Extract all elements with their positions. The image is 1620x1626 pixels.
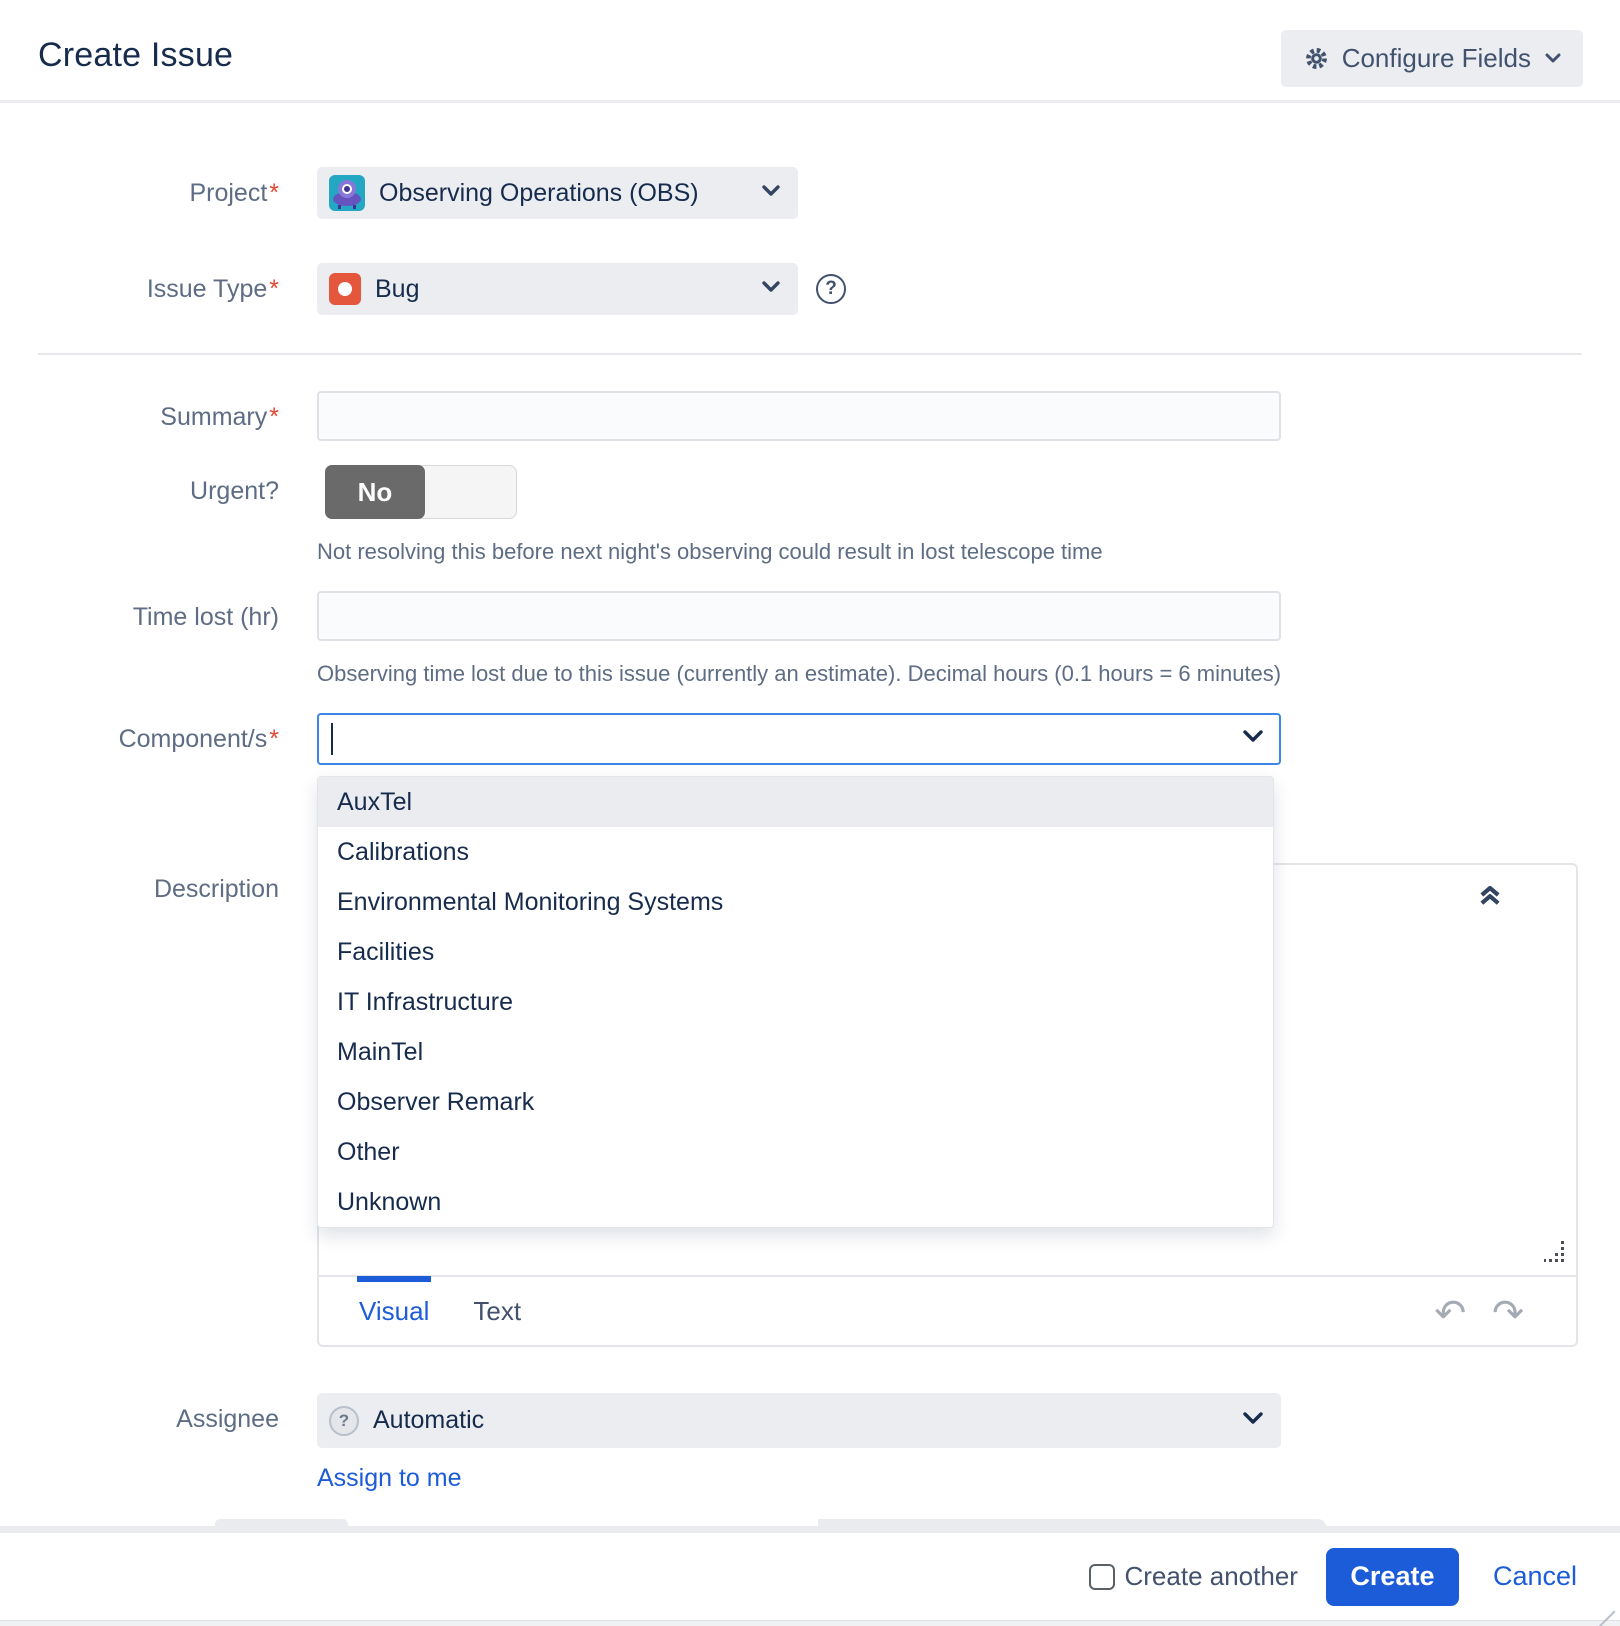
create-issue-dialog: Create Issue Configure Fields Project* <box>0 0 1620 1626</box>
component-option-facilities[interactable]: Facilities <box>318 927 1273 977</box>
chevron-down-icon <box>762 184 780 202</box>
components-row: Component/s* AuxTelCalibrationsEnvironme… <box>0 713 1620 765</box>
project-row: Project* Observing Operations (OBS) <box>0 167 1620 219</box>
undo-icon[interactable]: ↶ <box>1434 1295 1466 1333</box>
help-icon[interactable]: ? <box>816 274 846 304</box>
summary-row: Summary* <box>0 391 1620 441</box>
project-select[interactable]: Observing Operations (OBS) <box>317 167 798 219</box>
cancel-button[interactable]: Cancel <box>1493 1561 1577 1592</box>
time-lost-row: Time lost (hr) Observing time lost due t… <box>0 591 1620 687</box>
bug-type-icon <box>329 273 361 305</box>
project-selected-value: Observing Operations (OBS) <box>379 179 699 208</box>
page-title: Create Issue <box>38 36 233 75</box>
issue-type-select[interactable]: Bug <box>317 263 798 315</box>
tab-visual[interactable]: Visual <box>357 1276 431 1346</box>
component-option-it-infrastructure[interactable]: IT Infrastructure <box>318 977 1273 1027</box>
tab-text[interactable]: Text <box>471 1276 523 1346</box>
component-option-maintel[interactable]: MainTel <box>318 1027 1273 1077</box>
urgent-label: Urgent? <box>0 465 279 506</box>
collapse-toolbar-icon[interactable] <box>1476 881 1504 914</box>
component-option-environmental-monitoring-systems[interactable]: Environmental Monitoring Systems <box>318 877 1273 927</box>
time-lost-label: Time lost (hr) <box>0 591 279 632</box>
redo-icon[interactable]: ↷ <box>1492 1295 1524 1333</box>
components-label: Component/s* <box>0 713 279 754</box>
summary-input[interactable] <box>317 391 1281 441</box>
assign-to-me-link[interactable]: Assign to me <box>317 1464 462 1493</box>
required-asterisk: * <box>269 725 279 753</box>
project-label: Project* <box>0 167 279 208</box>
assignee-label: Assignee <box>0 1393 279 1434</box>
issue-type-row: Issue Type* Bug ? <box>0 263 1620 315</box>
chevron-down-icon <box>1243 730 1263 748</box>
create-another-checkbox[interactable] <box>1089 1564 1115 1590</box>
window-bottom-edge <box>0 1620 1620 1626</box>
component-option-observer-remark[interactable]: Observer Remark <box>318 1077 1273 1127</box>
gear-icon <box>1303 45 1330 72</box>
chevron-down-icon <box>1545 53 1561 64</box>
required-asterisk: * <box>269 179 279 207</box>
chevron-down-icon <box>762 280 780 298</box>
dialog-footer: Create another Create Cancel <box>0 1533 1620 1620</box>
components-combobox[interactable] <box>317 713 1281 765</box>
unknown-user-avatar: ? <box>329 1406 359 1436</box>
configure-fields-label: Configure Fields <box>1342 43 1531 74</box>
issue-type-label: Issue Type* <box>0 263 279 304</box>
assignee-selected-value: Automatic <box>373 1406 484 1435</box>
component-option-auxtel[interactable]: AuxTel <box>318 777 1273 827</box>
configure-fields-button[interactable]: Configure Fields <box>1281 30 1583 87</box>
urgent-toggle[interactable]: No <box>325 465 517 519</box>
required-asterisk: * <box>269 275 279 303</box>
text-cursor <box>331 723 333 755</box>
summary-label: Summary* <box>0 391 279 432</box>
component-option-other[interactable]: Other <box>318 1127 1273 1177</box>
section-divider <box>38 353 1582 355</box>
description-label: Description <box>0 863 279 904</box>
create-another-option[interactable]: Create another <box>1089 1561 1298 1592</box>
create-issue-form: Project* Observing Operations (OBS) Issu… <box>0 103 1620 1493</box>
footer-divider <box>0 1526 1620 1533</box>
chevron-down-icon <box>1243 1412 1263 1430</box>
assignee-row: Assignee ? Automatic <box>0 1393 1620 1448</box>
urgent-row: Urgent? No Not resolving this before nex… <box>0 465 1620 565</box>
components-dropdown-menu: AuxTelCalibrationsEnvironmental Monitori… <box>317 776 1274 1228</box>
dialog-header: Create Issue Configure Fields <box>0 0 1620 103</box>
component-option-unknown[interactable]: Unknown <box>318 1177 1273 1227</box>
time-lost-help-text: Observing time lost due to this issue (c… <box>317 661 1281 687</box>
editor-tabbar: Visual Text ↶ ↷ <box>319 1275 1576 1345</box>
issue-type-selected-value: Bug <box>375 275 419 304</box>
assignee-select[interactable]: ? Automatic <box>317 1393 1281 1448</box>
time-lost-input[interactable] <box>317 591 1281 641</box>
create-another-label: Create another <box>1125 1561 1298 1592</box>
urgent-help-text: Not resolving this before next night's o… <box>317 539 1103 565</box>
window-resize-grip[interactable] <box>1598 1604 1618 1624</box>
urgent-toggle-state: No <box>325 465 425 519</box>
create-button[interactable]: Create <box>1326 1548 1459 1606</box>
editor-resize-grip[interactable] <box>1544 1240 1566 1267</box>
project-avatar-icon <box>329 175 365 211</box>
required-asterisk: * <box>269 403 279 431</box>
component-option-calibrations[interactable]: Calibrations <box>318 827 1273 877</box>
